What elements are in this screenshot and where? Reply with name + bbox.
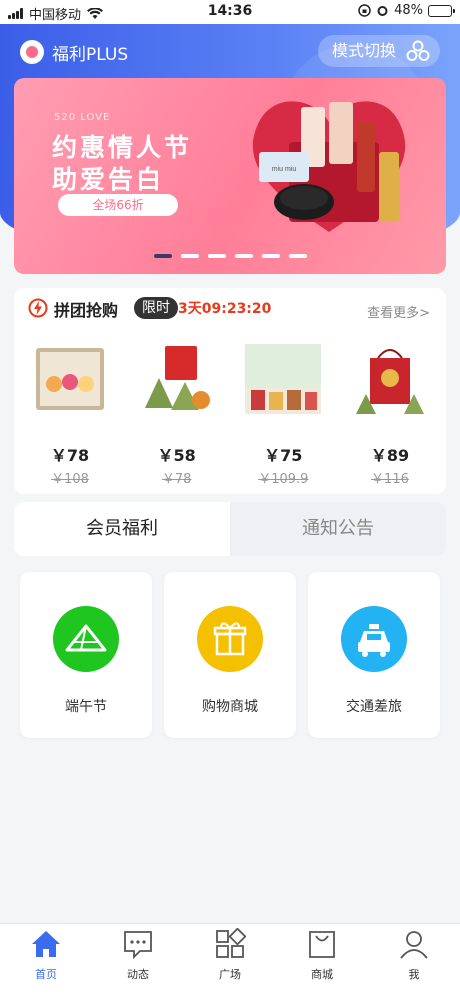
card-dragon-boat[interactable]: 端午节 (20, 572, 152, 738)
home-icon (32, 931, 60, 957)
gift-icon (213, 622, 247, 656)
promo-banner[interactable]: 520 LOVE 约惠情人节 助爱告白 全场66折 miu miu (14, 78, 446, 274)
view-more-link[interactable]: 查看更多> (367, 302, 430, 321)
card-icon-circle (197, 606, 263, 672)
miu-miu-brand-mark: miu miu (272, 166, 297, 173)
battery-percent: 48% (394, 3, 423, 18)
banner-title-line1: 约惠情人节 (52, 133, 193, 162)
product-image-zongzi-gift (144, 346, 210, 410)
cosmetics-gift-illustration: miu miu (252, 101, 406, 233)
lock-rotation-icon (358, 4, 371, 17)
banner-dot[interactable] (207, 254, 226, 258)
benefit-cards: 端午节 购物商城 交通差旅 (20, 572, 440, 738)
product-card[interactable]: ￥78 ￥108 (20, 338, 120, 487)
banner-subtitle: 520 LOVE (54, 112, 111, 123)
card-label: 端午节 (65, 699, 107, 715)
countdown-timer: 3天09:23:20 (178, 301, 272, 317)
banner-pagination (14, 254, 446, 258)
product-price: ￥58 (157, 446, 196, 465)
nav-home[interactable]: 首页 (0, 928, 92, 982)
card-business-travel[interactable]: 交通差旅 (308, 572, 440, 738)
status-bar: 中国移动 14:36 48% (0, 0, 460, 24)
nav-square-label: 广场 (219, 968, 241, 981)
product-original-price: ￥78 (161, 472, 192, 487)
card-label: 购物商城 (202, 699, 258, 715)
mode-switch-button[interactable]: 模式切换 (317, 35, 440, 67)
product-image-snack-box (245, 344, 322, 414)
product-card[interactable]: ￥58 ￥78 (127, 338, 227, 487)
banner-dot[interactable] (153, 254, 172, 258)
chat-icon (124, 931, 152, 960)
card-shopping-mall[interactable]: 购物商城 (164, 572, 296, 738)
taxi-icon (358, 624, 390, 657)
banner-title-line2: 助爱告白 (52, 165, 165, 194)
group-buy-section: 拼团抢购 限时 3天09:23:20 查看更多> ￥78 ￥108 ￥58 ￥7… (14, 288, 446, 494)
limited-time-badge: 限时 (134, 297, 178, 319)
product-price: ￥75 (264, 446, 303, 465)
group-buy-title: 拼团抢购 (54, 301, 119, 320)
product-card[interactable]: ￥89 ￥116 (340, 338, 440, 487)
nav-profile-label: 我 (408, 968, 420, 981)
tab-announcements[interactable]: 通知公告 (230, 502, 446, 556)
mode-switch-label: 模式切换 (331, 41, 396, 60)
product-original-price: ￥109.9 (258, 472, 309, 487)
product-image-mooncake-box (36, 348, 104, 410)
battery-icon (428, 4, 455, 17)
bottom-navigation: 首页 动态 广场 商城 我 (0, 923, 460, 996)
app-logo-icon (20, 40, 44, 64)
top-bar: 福利PLUS 模式切换 (0, 24, 460, 78)
bag-icon (309, 931, 335, 958)
grid-icon (216, 927, 247, 958)
product-price: ￥78 (50, 446, 90, 465)
nav-mall-label: 商城 (311, 968, 333, 981)
app-title: 福利PLUS (52, 45, 129, 65)
card-icon-circle (341, 606, 407, 672)
nav-mall[interactable]: 商城 (276, 928, 368, 982)
lightning-icon (28, 298, 48, 318)
nav-home-label: 首页 (35, 968, 57, 981)
product-card[interactable]: ￥75 ￥109.9 (233, 338, 333, 487)
user-icon (400, 931, 428, 959)
product-image-red-gift-bag (355, 349, 424, 414)
banner-dot[interactable] (234, 254, 253, 258)
tab-member-benefits[interactable]: 会员福利 (14, 502, 230, 556)
nav-feed-label: 动态 (127, 968, 149, 981)
card-icon-circle (53, 606, 119, 672)
banner-dot[interactable] (180, 254, 199, 258)
status-right: 48% (358, 3, 455, 18)
product-price: ￥89 (370, 446, 410, 465)
switch-icon (406, 40, 430, 61)
product-original-price: ￥116 (371, 472, 409, 487)
banner-dot[interactable] (288, 254, 307, 258)
banner-dot[interactable] (261, 254, 280, 258)
zongzi-icon (65, 624, 107, 652)
nav-feed[interactable]: 动态 (92, 928, 184, 982)
section-tabs: 会员福利 通知公告 (14, 502, 446, 556)
banner-discount-tag: 全场66折 (58, 194, 178, 216)
product-original-price: ￥108 (51, 472, 89, 487)
product-list: ￥78 ￥108 ￥58 ￥78 ￥75 ￥109.9 ￥89 ￥116 (20, 338, 440, 487)
nav-square[interactable]: 广场 (184, 927, 276, 982)
card-label: 交通差旅 (346, 699, 402, 715)
nav-profile[interactable]: 我 (368, 928, 460, 982)
alarm-icon (377, 6, 388, 16)
